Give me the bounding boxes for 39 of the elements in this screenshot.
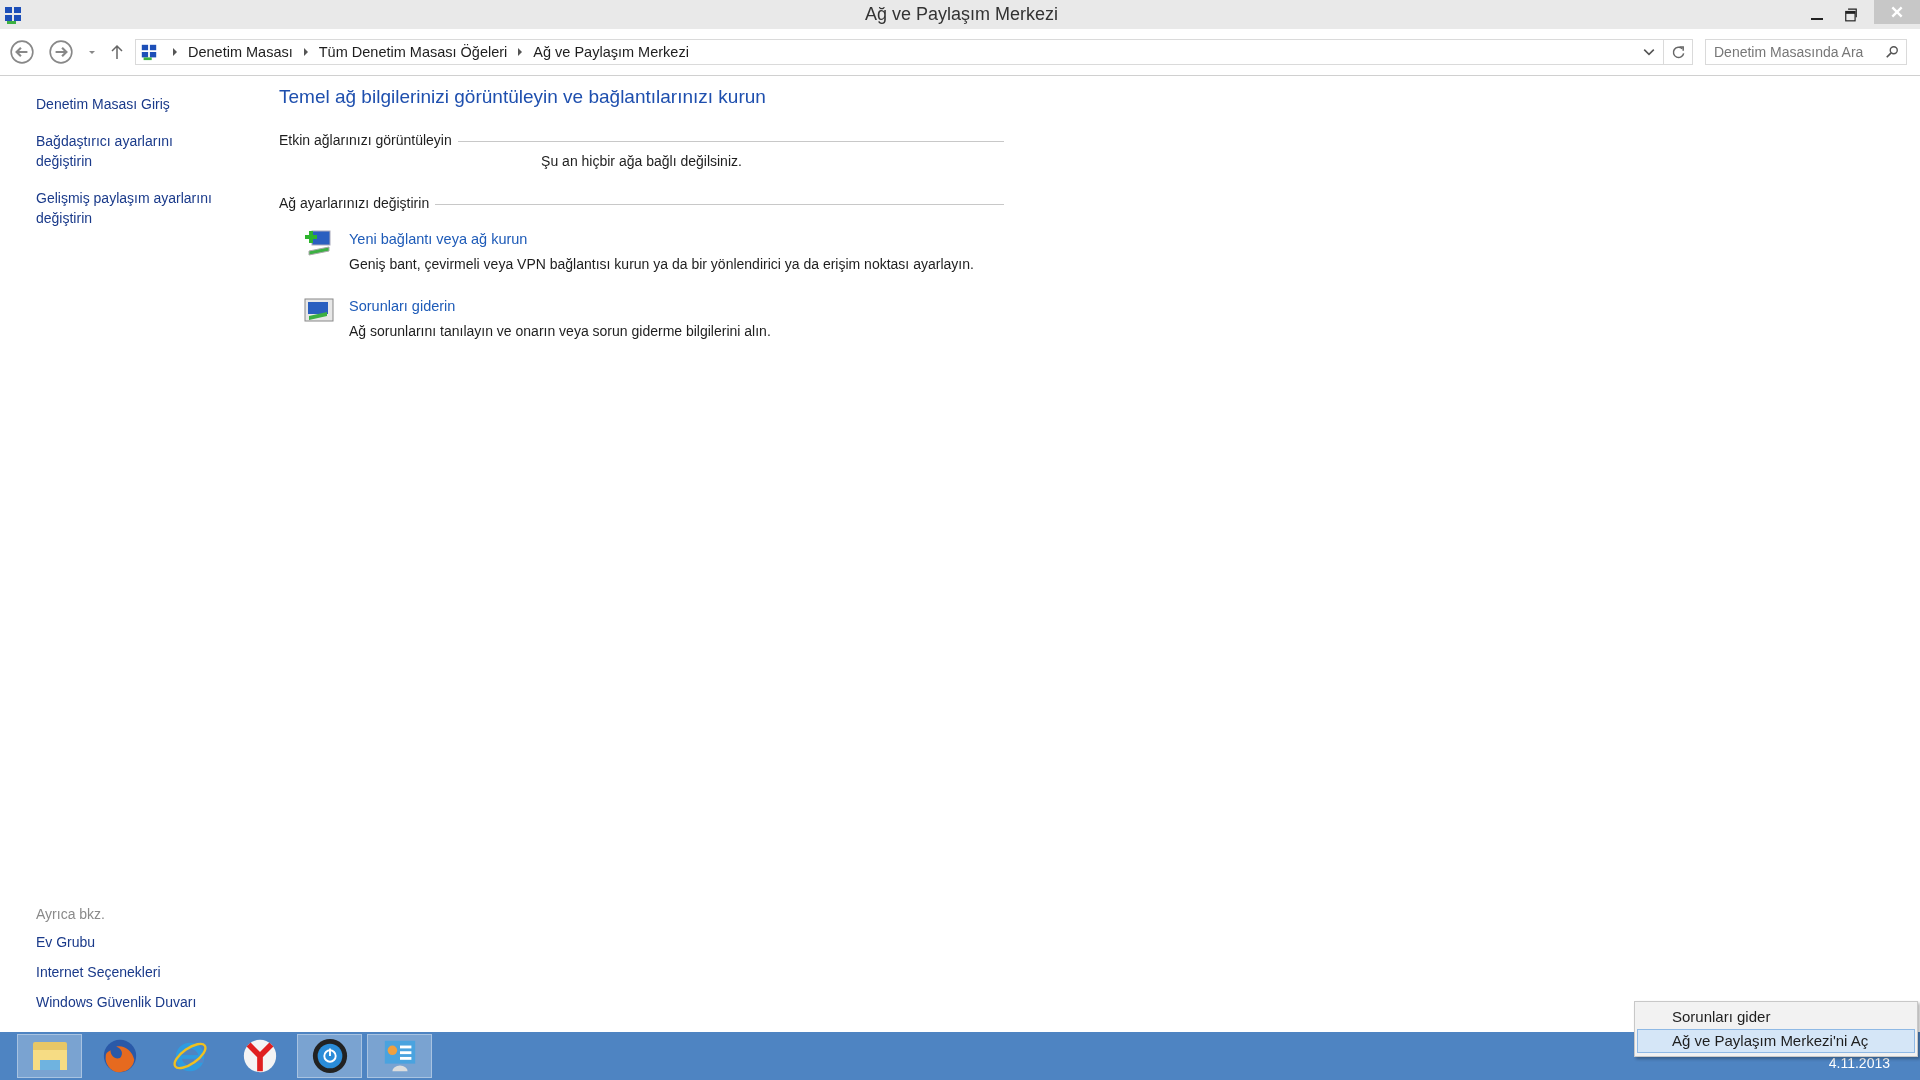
taskbar-button[interactable] bbox=[297, 1034, 362, 1078]
see-also-link[interactable]: Ev Grubu bbox=[36, 932, 226, 952]
page-heading: Temel ağ bilgilerinizi görüntüleyin ve bağlantılarınızı kurun bbox=[279, 86, 767, 108]
address-bar[interactable]: Denetim Masası Tüm Denetim Masası Öğeleri Ağ ve Paylaşım Merkezi bbox=[135, 39, 1693, 65]
see-also-link[interactable]: Internet Seçenekleri bbox=[36, 962, 226, 982]
window-title: Ağ ve Paylaşım Merkezi bbox=[863, 4, 1060, 25]
menu-item[interactable]: Sorunları gider bbox=[1637, 1005, 1915, 1029]
clock-date[interactable]: 4.11.2013 bbox=[1828, 1055, 1890, 1071]
task-description: Ağ sorunlarını tanılayın ve onarın veya sorun giderme bilgilerini alın. bbox=[349, 323, 771, 339]
back-icon[interactable] bbox=[9, 39, 35, 65]
section-heading: Ağ ayarlarınızı değiştirin bbox=[279, 195, 430, 211]
minimize-icon bbox=[1810, 17, 1824, 20]
section-heading: Etkin ağlarınızı görüntüleyin bbox=[279, 132, 452, 148]
restore-icon bbox=[1844, 7, 1858, 22]
task-description: Geniş bant, çevirmeli veya VPN bağlantısı kurun ya da bir yönlendirici ya da erişim noktası ayarlayın. bbox=[349, 256, 974, 272]
close-icon bbox=[1890, 5, 1904, 19]
status-message: Şu an hiçbir ağa bağlı değilsiniz. bbox=[540, 153, 743, 169]
see-also-heading: Ayrıca bkz. bbox=[36, 906, 106, 922]
sidebar-link[interactable]: Denetim Masası Giriş bbox=[36, 94, 222, 114]
chevron-right-icon[interactable] bbox=[172, 47, 178, 57]
search-icon[interactable] bbox=[1885, 45, 1899, 59]
search-field[interactable]: Denetim Masasında Ara bbox=[1705, 39, 1907, 65]
refresh-icon bbox=[1670, 44, 1686, 60]
forward-icon[interactable] bbox=[48, 39, 74, 65]
task-link[interactable]: Sorunları giderin bbox=[349, 298, 456, 314]
see-also-link[interactable]: Windows Güvenlik Duvarı bbox=[36, 992, 226, 1012]
chevron-down-icon[interactable] bbox=[1643, 46, 1655, 58]
menu-item[interactable]: Ağ ve Paylaşım Merkezi'ni Aç bbox=[1637, 1029, 1915, 1053]
sidebar-link[interactable]: Gelişmiş paylaşım ayarlarını değiştirin bbox=[36, 188, 222, 228]
sidebar-link[interactable]: Bağdaştırıcı ayarlarını değiştirin bbox=[36, 131, 222, 171]
chevron-right-icon[interactable] bbox=[302, 47, 309, 57]
breadcrumb-item[interactable]: Denetim Masası bbox=[188, 44, 293, 60]
up-arrow-icon[interactable] bbox=[111, 44, 123, 60]
network-icon bbox=[140, 43, 158, 61]
task-link[interactable]: Yeni bağlantı veya ağ kurun bbox=[349, 231, 528, 247]
breadcrumb-item[interactable]: Ağ ve Paylaşım Merkezi bbox=[533, 44, 689, 60]
chevron-right-icon[interactable] bbox=[517, 47, 524, 57]
breadcrumb-item[interactable]: Tüm Denetim Masası Öğeleri bbox=[318, 44, 508, 60]
network-icon bbox=[3, 4, 23, 25]
